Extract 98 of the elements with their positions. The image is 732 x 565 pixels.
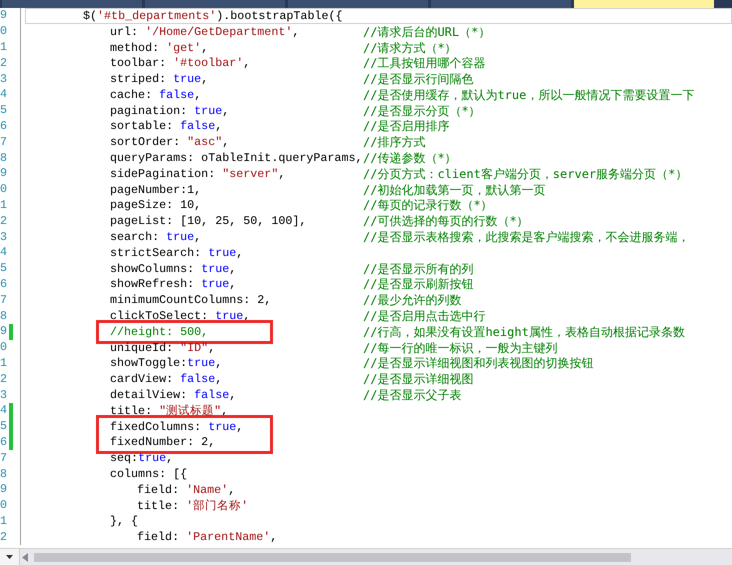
code-line: $('#tb_departments').bootstrapTable({ (83, 8, 343, 23)
code-comment: //是否显示刷新按钮 (363, 277, 474, 292)
line-number: 3 (0, 72, 7, 87)
line-number: 2 (0, 214, 7, 229)
line-number: 1 (0, 356, 7, 371)
code-line: sortOrder: "asc", (110, 135, 230, 150)
code-comment: //行高，如果没有设置height属性，表格自动根据记录条数 (363, 324, 685, 339)
code-line: }, { (110, 514, 138, 528)
code-line: detailView: false, (110, 388, 236, 402)
code-line: method: 'get', (110, 40, 208, 54)
code-line: uniqueId: "ID", (110, 340, 216, 355)
code-line: title: '部门名称' (137, 498, 248, 513)
line-number: 2 (0, 56, 7, 71)
code-comment: //是否显示详细视图 (363, 372, 474, 386)
code-comment: //每页的记录行数（*） (363, 198, 493, 212)
line-number: 1 (0, 40, 7, 55)
caret-icon (6, 555, 13, 559)
code-line: url: '/Home/GetDepartment', (110, 24, 300, 39)
line-number: 5 (0, 419, 7, 434)
code-line: minimumCountColumns: 2, (110, 293, 272, 308)
code-comment: //最少允许的列数 (363, 293, 462, 308)
code-line: field: 'ParentName', (137, 530, 278, 544)
code-line: showRefresh: true, (110, 277, 236, 292)
code-line: pageSize: 10, (110, 198, 202, 212)
code-line: columns: [{ (110, 467, 188, 482)
line-number: 4 (0, 87, 7, 102)
code-comment: //排序方式 (363, 135, 426, 150)
code-line: fixedNumber: 2, (110, 435, 216, 450)
code-comment: //工具按钮用哪个容器 (363, 56, 486, 70)
code-line: sidePagination: "server", (110, 166, 286, 181)
editor-tab[interactable] (2, 0, 142, 8)
code-line: cardView: false, (110, 372, 222, 386)
code-line: pageList: [10, 25, 50, 100], (110, 214, 306, 228)
line-number: 9 (0, 8, 7, 24)
code-comment: //传递参数（*） (363, 151, 457, 166)
line-number: 6 (0, 118, 7, 134)
code-line: cache: false, (110, 88, 202, 102)
code-line: field: 'Name', (137, 482, 236, 497)
line-number: 2 (0, 372, 7, 387)
code-line: pagination: true, (110, 104, 230, 118)
line-number: 4 (0, 245, 7, 260)
line-number: 0 (0, 24, 7, 40)
code-comment: //是否显示父子表 (363, 388, 462, 402)
code-comment: //是否显示所有的列 (363, 262, 474, 276)
scroll-left-icon[interactable] (22, 552, 28, 562)
line-number: 0 (0, 182, 7, 198)
code-comment: //每一行的唯一标识，一般为主键列 (363, 340, 558, 355)
editor-tab[interactable] (574, 0, 714, 8)
code-line: showToggle:true, (110, 356, 222, 370)
code-line: showColumns: true, (110, 262, 236, 276)
code-comment: //请求方式（*） (363, 40, 457, 54)
code-line: toolbar: '#toolbar', (110, 56, 250, 70)
editor-tab[interactable] (431, 0, 571, 8)
line-number: 8 (0, 150, 7, 166)
code-line: search: true, (110, 230, 202, 244)
line-number: 9 (0, 166, 7, 182)
code-comment: //可供选择的每页的行数（*） (363, 214, 529, 228)
code-line: striped: true, (110, 72, 208, 86)
line-number: 6 (0, 276, 7, 292)
line-number: 3 (0, 230, 7, 245)
code-line: //height: 500, (110, 324, 208, 339)
line-number: 0 (0, 340, 7, 356)
code-comment: //是否使用缓存，默认为true，所以一般情况下需要设置一下 (363, 88, 694, 102)
line-number: 4 (0, 403, 7, 418)
scrollbar-thumb[interactable] (34, 552, 631, 562)
code-comment: //初始化加载第一页，默认第一页 (363, 182, 546, 197)
code-line: fixedColumns: true, (110, 420, 244, 434)
editor-tab[interactable] (145, 0, 285, 8)
line-number: 7 (0, 134, 7, 150)
line-number: 2 (0, 530, 7, 545)
line-number: 7 (0, 292, 7, 308)
code-comment: //是否启用点击选中行 (363, 309, 486, 324)
line-number: 9 (0, 482, 7, 498)
line-number: 1 (0, 198, 7, 213)
line-number: 7 (0, 450, 7, 466)
code-comment: //是否启用排序 (363, 119, 450, 134)
line-number: 6 (0, 434, 7, 450)
line-number: 8 (0, 466, 7, 482)
code-line: sortable: false, (110, 119, 222, 134)
line-number: 0 (0, 498, 7, 514)
code-comment: //是否显示表格搜索，此搜索是客户端搜索，不会进服务端， (363, 230, 690, 244)
code-line: pageNumber:1, (110, 182, 202, 197)
code-line: seq:true, (110, 451, 174, 466)
line-number: 9 (0, 324, 7, 340)
line-number: 8 (0, 308, 7, 324)
code-comment: //是否显示行间隔色 (363, 72, 474, 86)
code-comment: //分页方式：client客户端分页，server服务端分页（*） (363, 166, 688, 181)
code-comment: //是否显示详细视图和列表视图的切换按钮 (363, 356, 594, 370)
code-comment: //是否显示分页（*） (363, 104, 481, 118)
line-number: 5 (0, 103, 7, 118)
code-line: strictSearch: true, (110, 246, 244, 260)
dropdown-button[interactable] (0, 549, 20, 565)
line-number: 1 (0, 514, 7, 529)
code-comment: //请求后台的URL（*） (363, 24, 490, 39)
editor-tab[interactable] (288, 0, 428, 8)
line-number: 3 (0, 388, 7, 403)
code-line: queryParams: oTableInit.queryParams, (110, 151, 362, 166)
line-number: 5 (0, 261, 7, 276)
